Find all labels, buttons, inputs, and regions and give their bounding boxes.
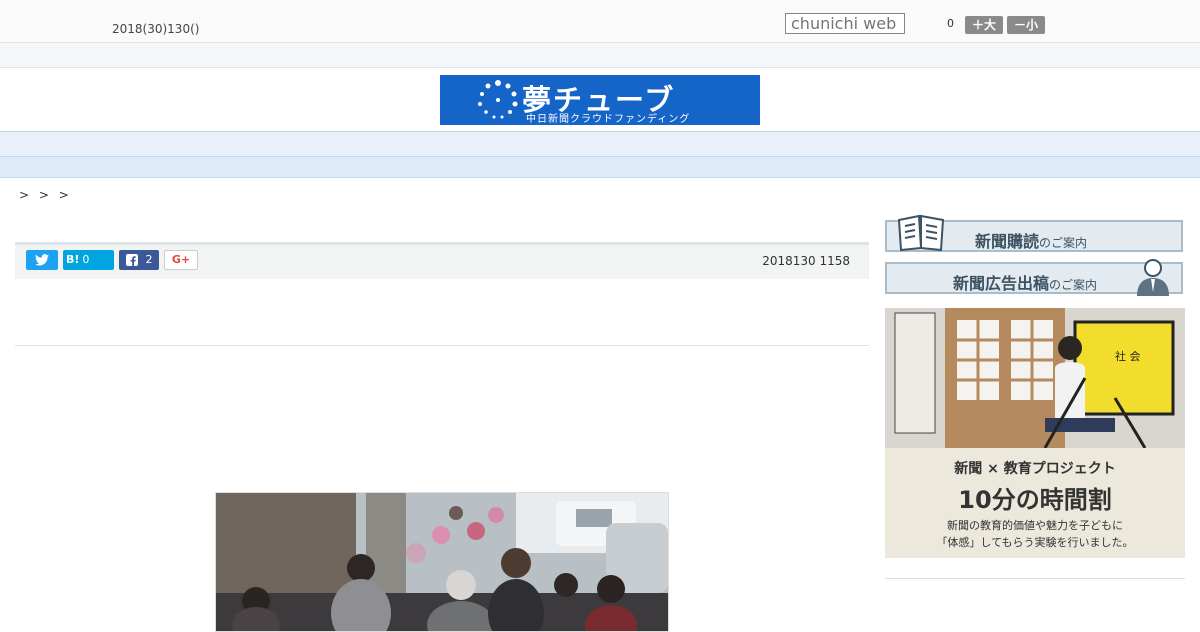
twitter-bird-icon bbox=[35, 254, 49, 266]
publish-date: 2018130 1158 bbox=[762, 254, 850, 268]
education-project-promo[interactable]: 社 会 新聞 × 教育プロジェクト 10分の時間割 新聞の教育的価値や魅力を子ど… bbox=[885, 308, 1185, 558]
hatena-count: 0 bbox=[82, 253, 90, 266]
promo-text: 新聞 × 教育プロジェクト 10分の時間割 新聞の教育的価値や魅力を子どもに 「… bbox=[885, 448, 1185, 558]
breadcrumb[interactable]: > > > bbox=[19, 188, 72, 202]
crowd-photo-image bbox=[216, 493, 668, 631]
facebook-icon bbox=[125, 254, 138, 266]
search-input[interactable] bbox=[785, 13, 905, 34]
advertising-suffix: のご案内 bbox=[1049, 278, 1098, 292]
font-smaller-button[interactable]: －小 bbox=[1007, 16, 1045, 34]
sub-bar bbox=[0, 43, 1200, 68]
dots-circle-icon bbox=[478, 80, 518, 119]
share-bar: B! 0 2 G+ 2018130 1158 bbox=[15, 242, 869, 279]
advertising-banner[interactable]: 新聞広告出稿のご案内 bbox=[885, 259, 1183, 296]
divider bbox=[15, 345, 869, 346]
font-size-level: 0 bbox=[947, 17, 954, 30]
sub-nav bbox=[0, 157, 1200, 178]
advertising-label: 新聞広告出稿 bbox=[953, 274, 1050, 293]
font-larger-button[interactable]: ＋大 bbox=[965, 16, 1003, 34]
classroom-photo: 社 会 bbox=[885, 308, 1185, 449]
promo-line4: 「体感」してもらう実験を行いました。 bbox=[936, 536, 1134, 549]
facebook-count: 2 bbox=[145, 253, 153, 266]
classroom-image: 社 会 bbox=[885, 308, 1185, 449]
logo-subtitle: 中日新聞クラウドファンディング bbox=[526, 114, 691, 125]
open-book-icon bbox=[897, 214, 945, 252]
promo-line3: 新聞の教育的価値や魅力を子どもに bbox=[947, 519, 1123, 532]
promo-line1: 新聞 × 教育プロジェクト bbox=[954, 461, 1116, 477]
subscription-banner[interactable]: 新聞購読のご案内 bbox=[885, 214, 1183, 252]
top-bar: 2018(30)130() 0 ＋大 －小 bbox=[0, 0, 1200, 43]
facebook-share-button[interactable]: 2 bbox=[119, 250, 159, 270]
subscription-label: 新聞購読 bbox=[975, 232, 1040, 251]
promo-title: 10分の時間割 bbox=[958, 486, 1112, 514]
sidebar-divider bbox=[885, 578, 1185, 579]
businessman-icon bbox=[1137, 259, 1169, 296]
subscription-suffix: のご案内 bbox=[1039, 236, 1088, 250]
article-photo bbox=[215, 492, 669, 632]
current-date: 2018(30)130() bbox=[112, 22, 200, 36]
board-text: 社 会 bbox=[1115, 349, 1141, 363]
twitter-share-button[interactable] bbox=[26, 250, 58, 270]
google-plus-button[interactable]: G+ bbox=[164, 250, 198, 270]
hatena-label: B! bbox=[66, 253, 80, 266]
main-nav bbox=[0, 131, 1200, 157]
site-logo[interactable]: 夢チューブ 中日新聞クラウドファンディング bbox=[440, 75, 760, 125]
hatena-bookmark-button[interactable]: B! 0 bbox=[63, 250, 114, 270]
